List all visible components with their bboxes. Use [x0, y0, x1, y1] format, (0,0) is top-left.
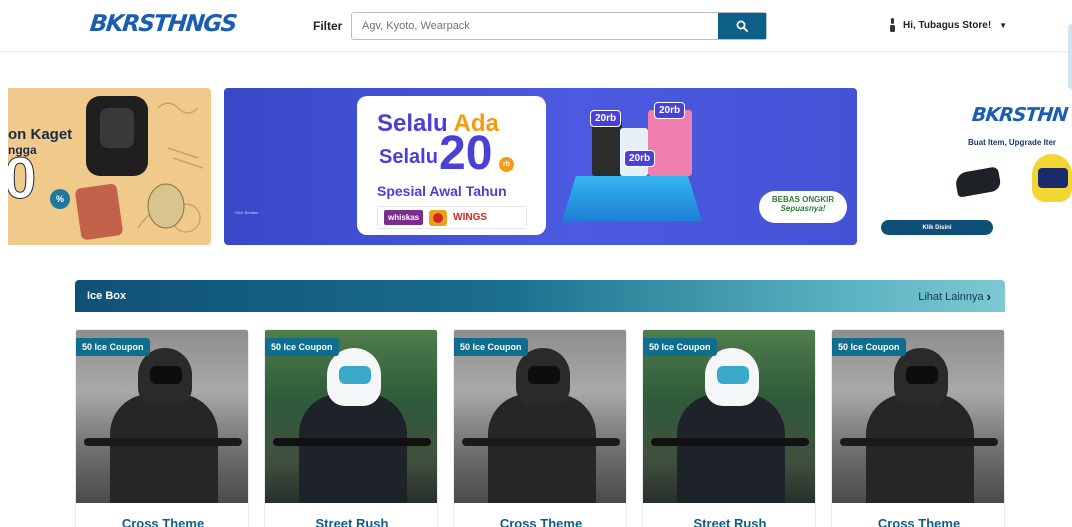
chevron-right-icon: ›: [986, 289, 991, 304]
coupon-badge: 50 Ice Coupon: [76, 338, 150, 356]
price-tag: 20rb: [624, 150, 656, 167]
see-more-label: Lihat Lainnya: [918, 290, 984, 303]
filter-label: Filter: [313, 19, 343, 33]
product-card[interactable]: 50 Ice Coupon Street Rush: [264, 329, 438, 527]
banner-left-big: 0: [8, 146, 37, 211]
brand-wings: WINGS: [453, 212, 488, 223]
banner-left-line1: on Kaget: [8, 126, 73, 143]
promo-amount-unit: rb: [499, 157, 514, 172]
side-tab[interactable]: [1068, 24, 1072, 92]
banner-right-tagline: Buat Item, Upgrade Iter: [968, 138, 1057, 147]
search-icon: [736, 20, 748, 32]
user-menu[interactable]: Hi, Tubagus Store! ▼: [888, 17, 1007, 33]
user-icon: [888, 17, 897, 33]
promo-card: Selalu Ada Selalu 20 rb Spesial Awal Tah…: [357, 96, 546, 235]
helmet-image: [1032, 154, 1072, 202]
brand-pedigree-logo: [429, 209, 448, 226]
product-card[interactable]: 50 Ice Coupon Cross Theme: [75, 329, 249, 527]
ice-box-header: Ice Box Lihat Lainnya ›: [75, 280, 1005, 312]
banner-center[interactable]: *S&K Berlaku Selalu Ada Selalu 20 rb Spe…: [224, 88, 857, 245]
banner-left-illustration: [75, 96, 204, 240]
fine-print: *S&K Berlaku: [234, 210, 259, 215]
click-here-button[interactable]: Klik Disini: [881, 220, 993, 235]
search-bar: [351, 12, 767, 40]
price-tag: 20rb: [654, 102, 686, 119]
promo-line2: Selalu: [379, 146, 438, 168]
banner-right[interactable]: BKRSTHN Buat Item, Upgrade Iter Klik Dis…: [880, 88, 1072, 245]
see-more-link[interactable]: Lihat Lainnya ›: [918, 289, 991, 304]
site-logo[interactable]: BKRSTHNGS: [89, 11, 237, 37]
price-tag: 20rb: [590, 110, 622, 127]
glove-image: [954, 166, 1002, 198]
banner-right-logo: BKRSTHN: [970, 104, 1069, 126]
product-card[interactable]: 50 Ice Coupon Cross Theme: [831, 329, 1005, 527]
product-detergent: [648, 110, 692, 176]
coupon-badge: 50 Ice Coupon: [832, 338, 906, 356]
product-title[interactable]: Cross Theme: [76, 516, 248, 527]
brand-whiskas: whiskas: [384, 210, 424, 225]
product-bottle: [592, 120, 622, 176]
search-button[interactable]: [718, 13, 766, 39]
user-greeting: Hi, Tubagus Store!: [903, 19, 992, 31]
product-title[interactable]: Street Rush: [265, 516, 437, 527]
coupon-badge: 50 Ice Coupon: [643, 338, 717, 356]
promo-line3: Spesial Awal Tahun: [377, 183, 507, 199]
free-shipping-badge: BEBAS ONGKIR Sepuasnya!: [759, 191, 847, 223]
banner-left[interactable]: on Kaget ngga 0 %: [8, 88, 211, 245]
top-navbar: BKRSTHNGS Filter Hi, Tubagus Store! ▼: [0, 0, 1072, 92]
coupon-badge: 50 Ice Coupon: [265, 338, 339, 356]
brand-logos: whiskas WINGS: [377, 206, 527, 229]
product-card[interactable]: 50 Ice Coupon Street Rush: [642, 329, 816, 527]
product-card[interactable]: 50 Ice Coupon Cross Theme: [453, 329, 627, 527]
section-title: Ice Box: [87, 290, 127, 302]
coupon-badge: 50 Ice Coupon: [454, 338, 528, 356]
product-title[interactable]: Cross Theme: [454, 516, 626, 527]
promo-amount: 20: [439, 127, 493, 180]
product-title[interactable]: Street Rush: [643, 516, 815, 527]
percent-badge: %: [50, 189, 70, 209]
product-title[interactable]: Cross Theme: [832, 516, 1004, 527]
product-stage: [562, 176, 702, 221]
search-input[interactable]: [353, 14, 717, 38]
caret-down-icon: ▼: [999, 20, 1008, 30]
